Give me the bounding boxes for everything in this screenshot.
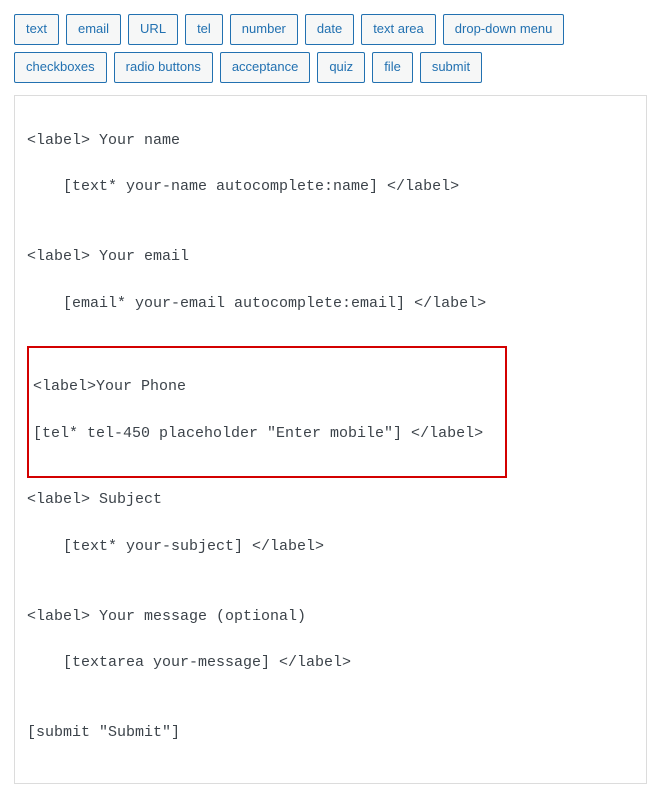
- tag-text-button[interactable]: text: [14, 14, 59, 45]
- highlight-annotation: <label>Your Phone [tel* tel-450 placehol…: [27, 346, 507, 478]
- editor-line: <label> Your name: [27, 129, 634, 152]
- tag-number-button[interactable]: number: [230, 14, 298, 45]
- editor-line: [tel* tel-450 placeholder "Enter mobile"…: [33, 422, 499, 445]
- editor-line: [submit "Submit"]: [27, 721, 634, 744]
- tag-url-button[interactable]: URL: [128, 14, 178, 45]
- editor-line: <label> Subject: [27, 488, 634, 511]
- tag-date-button[interactable]: date: [305, 14, 354, 45]
- editor-line: [textarea your-message] </label>: [27, 651, 634, 674]
- editor-line: <label> Your email: [27, 245, 634, 268]
- tag-dropdown-button[interactable]: drop-down menu: [443, 14, 565, 45]
- tag-email-button[interactable]: email: [66, 14, 121, 45]
- form-tag-toolbar: text email URL tel number date text area…: [14, 14, 647, 83]
- tag-quiz-button[interactable]: quiz: [317, 52, 365, 83]
- tag-tel-button[interactable]: tel: [185, 14, 223, 45]
- tag-acceptance-button[interactable]: acceptance: [220, 52, 311, 83]
- editor-line: <label> Your message (optional): [27, 605, 634, 628]
- tag-checkboxes-button[interactable]: checkboxes: [14, 52, 107, 83]
- tag-submit-button[interactable]: submit: [420, 52, 482, 83]
- tag-file-button[interactable]: file: [372, 52, 413, 83]
- tag-radio-button[interactable]: radio buttons: [114, 52, 213, 83]
- tag-textarea-button[interactable]: text area: [361, 14, 436, 45]
- editor-line: [text* your-subject] </label>: [27, 535, 634, 558]
- editor-line: [email* your-email autocomplete:email] <…: [27, 292, 634, 315]
- editor-line: [text* your-name autocomplete:name] </la…: [27, 175, 634, 198]
- form-template-editor[interactable]: <label> Your name [text* your-name autoc…: [14, 95, 647, 785]
- editor-line: <label>Your Phone: [33, 375, 499, 398]
